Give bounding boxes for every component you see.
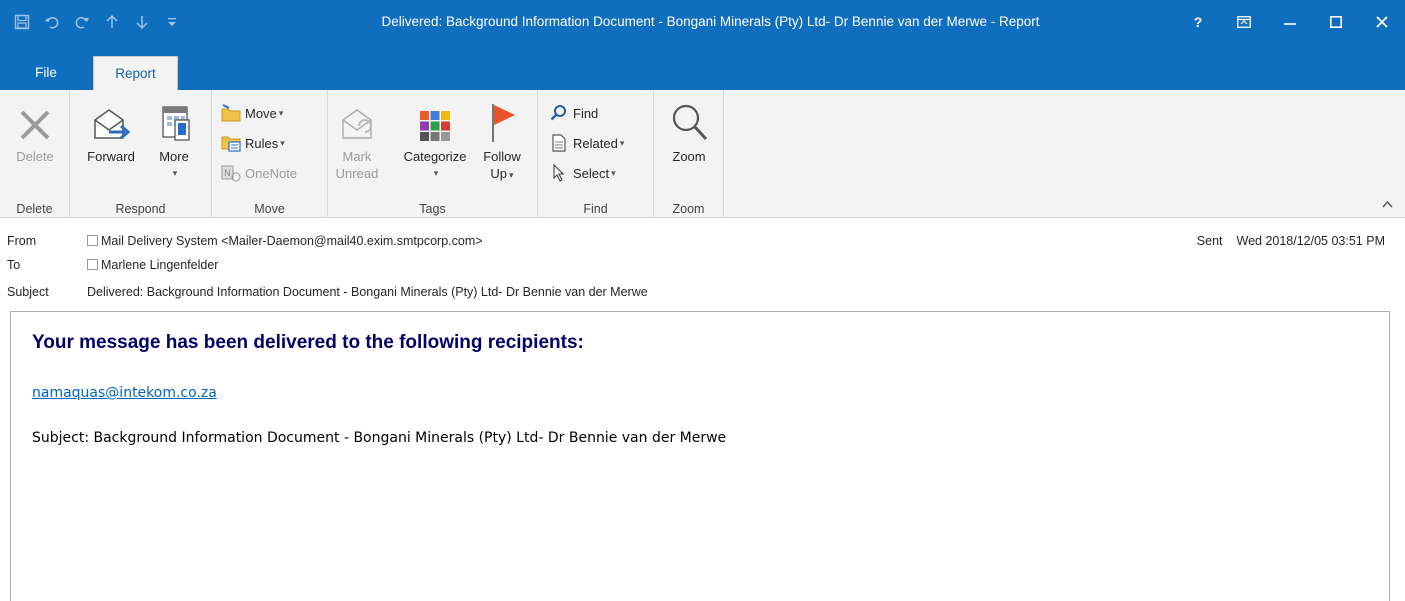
mark-unread-icon — [339, 108, 375, 146]
tags-group-label: Tags — [419, 202, 446, 216]
related-document-icon — [548, 133, 570, 153]
rules-icon — [220, 133, 242, 153]
contact-checkbox-icon — [87, 235, 98, 246]
categorize-label: Categorize — [403, 149, 467, 164]
up-label: Up — [490, 166, 508, 181]
delivered-subject-text: Subject: Background Information Document… — [32, 430, 727, 446]
tab-file[interactable]: File — [0, 56, 92, 90]
move-label: Move — [245, 105, 277, 121]
find-label: Find — [573, 105, 599, 121]
to-value[interactable]: Marlene Lingenfelder — [87, 254, 218, 276]
move-folder-icon — [220, 103, 242, 123]
sent-value: Wed 2018/12/05 03:51 PM — [1236, 234, 1386, 248]
delete-group: Delete Delete — [0, 90, 70, 218]
follow-up-button[interactable]: Follow Up ▾ — [478, 96, 526, 184]
cursor-icon — [548, 163, 570, 183]
more-dropdown-icon: ▾ — [172, 168, 178, 178]
delivery-heading: Your message has been delivered to the f… — [32, 332, 584, 353]
mark-unread-button[interactable]: Mark Unread — [334, 96, 380, 182]
from-row: From Mail Delivery System <Mailer-Daemon… — [0, 230, 1405, 252]
mark-label: Mark — [342, 149, 372, 164]
zoom-label: Zoom — [672, 149, 706, 164]
follow-up-dropdown-icon: ▾ — [509, 170, 514, 180]
more-respond-icon — [157, 104, 191, 146]
contact-checkbox-icon — [87, 259, 98, 270]
more-label: More — [159, 149, 189, 164]
rules-dropdown-icon: ▾ — [280, 137, 285, 148]
more-respond-button[interactable]: More ▾ — [150, 96, 198, 182]
delete-x-icon — [18, 108, 52, 146]
subject-label: Subject — [7, 285, 49, 299]
rules-label: Rules — [245, 135, 279, 151]
find-group: Find Related ▾ Select ▾ Find — [538, 90, 654, 218]
rules-button[interactable]: Rules ▾ — [220, 130, 285, 156]
subject-value: Delivered: Background Information Docume… — [87, 285, 648, 299]
from-address: Mail Delivery System <Mailer-Daemon@mail… — [101, 234, 483, 248]
help-button[interactable]: ? — [1175, 0, 1221, 44]
related-button[interactable]: Related ▾ — [548, 130, 624, 156]
onenote-label: OneNote — [245, 165, 298, 181]
find-button[interactable]: Find — [548, 100, 598, 126]
ribbon-display-options-icon[interactable] — [1221, 0, 1267, 44]
magnifier-icon — [669, 102, 709, 146]
respond-group: Forward More ▾ Respond — [70, 90, 212, 218]
related-label: Related — [573, 135, 618, 151]
title-bar: Delivered: Background Information Docume… — [0, 0, 1405, 56]
zoom-button[interactable]: Zoom — [662, 96, 716, 165]
forward-label: Forward — [87, 149, 135, 164]
ribbon: Delete Delete Forward More ▾ Respond Mov… — [0, 90, 1405, 218]
respond-group-label: Respond — [115, 202, 166, 216]
move-button[interactable]: Move ▾ — [220, 100, 283, 126]
close-icon[interactable] — [1359, 0, 1405, 44]
from-label: From — [7, 234, 37, 248]
zoom-group-label: Zoom — [672, 202, 705, 216]
window-controls: ? — [1175, 0, 1405, 44]
select-label: Select — [573, 165, 610, 181]
message-body: Your message has been delivered to the f… — [10, 311, 1390, 601]
categorize-button[interactable]: Categorize ▾ — [394, 96, 476, 182]
search-icon — [548, 103, 570, 123]
move-group-label: Move — [254, 202, 285, 216]
sent-info: Sent Wed 2018/12/05 03:51 PM — [1197, 230, 1385, 252]
recipient-link[interactable]: namaquas@intekom.co.za — [32, 385, 217, 401]
delete-button[interactable]: Delete — [8, 96, 62, 165]
forward-button[interactable]: Forward — [80, 96, 142, 165]
from-value[interactable]: Mail Delivery System <Mailer-Daemon@mail… — [87, 230, 483, 252]
to-name: Marlene Lingenfelder — [101, 258, 219, 272]
ribbon-tabs: File Report — [0, 56, 1405, 90]
onenote-button[interactable]: N OneNote — [220, 160, 297, 186]
select-button[interactable]: Select ▾ — [548, 160, 616, 186]
message-header: From Mail Delivery System <Mailer-Daemon… — [0, 228, 1405, 308]
select-dropdown-icon: ▾ — [611, 167, 616, 178]
categorize-dropdown-icon: ▾ — [433, 168, 439, 178]
forward-mail-icon — [91, 106, 131, 146]
tab-report[interactable]: Report — [93, 56, 178, 90]
move-dropdown-icon: ▾ — [278, 107, 284, 118]
move-group: Move ▾ Rules ▾ N OneNote Move — [212, 90, 328, 218]
maximize-icon[interactable] — [1313, 0, 1359, 44]
delete-group-label: Delete — [16, 202, 53, 216]
onenote-icon: N — [220, 163, 242, 183]
svg-text:N: N — [224, 169, 231, 179]
find-group-label: Find — [583, 202, 608, 216]
minimize-icon[interactable] — [1267, 0, 1313, 44]
delete-label: Delete — [16, 149, 54, 164]
categorize-icon — [419, 110, 451, 146]
flag-icon — [487, 102, 517, 146]
follow-label: Follow — [483, 149, 521, 164]
collapse-ribbon-icon[interactable] — [1382, 199, 1393, 211]
unread-label: Unread — [335, 166, 379, 181]
tags-group: Mark Unread Categorize ▾ Follow Up ▾ Tags — [328, 90, 538, 218]
sent-label: Sent — [1196, 234, 1223, 248]
related-dropdown-icon: ▾ — [619, 137, 625, 148]
to-label: To — [7, 258, 21, 272]
zoom-group: Zoom Zoom — [654, 90, 724, 218]
